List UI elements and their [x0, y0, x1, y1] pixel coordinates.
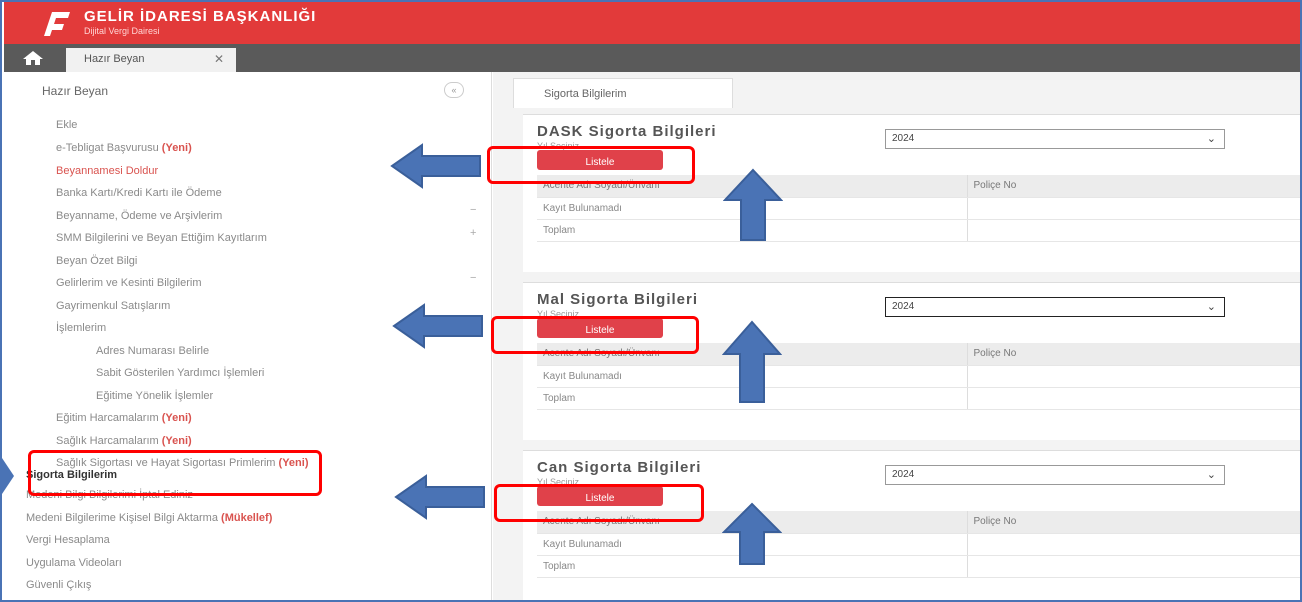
table-row: Toplam	[537, 219, 1300, 242]
app-header: GELİR İDARESİ BAŞKANLIĞI Dijital Vergi D…	[4, 2, 1300, 44]
tab-bar: Hazır Beyan ✕	[4, 44, 1300, 72]
table-row: Kayıt Bulunamadı	[537, 365, 1300, 388]
mal-panel: Mal Sigorta Bilgileri Yıl Seçiniz 2024 ⌄…	[523, 282, 1300, 440]
expand-icon[interactable]: −	[470, 204, 476, 216]
sidebar-subitem-egitim-islemleri[interactable]: Eğitime Yönelik İşlemler	[96, 390, 213, 402]
year-select[interactable]: 2024 ⌄	[885, 465, 1225, 485]
expand-icon[interactable]: +	[470, 227, 476, 239]
arrow-left-icon	[392, 303, 483, 349]
results-table: Acente Adı Soyadı/Ünvanı Poliçe No Kayıt …	[537, 175, 1300, 242]
sidebar-item-gayrimenkul[interactable]: Gayrimenkul Satışlarım	[56, 300, 170, 312]
highlight-box-sigorta-bilgilerim	[28, 450, 322, 496]
collapse-icon[interactable]: «	[444, 82, 464, 98]
arrow-right-icon	[2, 458, 14, 494]
tab-label: Hazır Beyan	[84, 53, 145, 65]
app-subtitle: Dijital Vergi Dairesi	[84, 26, 160, 36]
highlight-box-dask-listele	[487, 146, 695, 184]
sidebar-item-beyanname-doldur[interactable]: Beyannamesi Doldur	[56, 165, 158, 177]
highlight-box-mal-listele	[491, 316, 699, 354]
chevron-down-icon: ⌄	[1206, 301, 1216, 313]
sidebar-title: Hazır Beyan	[42, 84, 109, 98]
app-title: GELİR İDARESİ BAŞKANLIĞI	[84, 8, 317, 25]
highlight-box-can-listele	[494, 484, 704, 522]
sidebar-item-egitim-harcamalarim[interactable]: Eğitim Harcamalarım (Yeni)	[56, 412, 192, 424]
sidebar-item-videolar[interactable]: Uygulama Videoları	[26, 557, 122, 569]
close-icon[interactable]: ✕	[214, 52, 224, 66]
table-row: Toplam	[537, 387, 1300, 410]
arrow-left-icon	[394, 474, 485, 520]
sidebar-item-vergi-hesaplama[interactable]: Vergi Hesaplama	[26, 534, 110, 546]
chevron-down-icon: ⌄	[1206, 469, 1216, 481]
sidebar-item-saglik-harcamalarim[interactable]: Sağlık Harcamalarım (Yeni)	[56, 435, 192, 447]
year-select[interactable]: 2024 ⌄	[885, 129, 1225, 149]
sidebar-item-medeni-aktarma[interactable]: Medeni Bilgilerime Kişisel Bilgi Aktarma…	[26, 512, 272, 524]
tab-hazir-beyan[interactable]: Hazır Beyan ✕	[66, 48, 236, 72]
sidebar-item-ekle[interactable]: Ekle	[56, 119, 77, 131]
home-icon[interactable]	[22, 50, 44, 66]
expand-icon[interactable]: −	[470, 272, 476, 284]
sidebar-item-islemlerim[interactable]: İşlemlerim	[56, 322, 106, 334]
screenshot-frame: GELİR İDARESİ BAŞKANLIĞI Dijital Vergi D…	[0, 0, 1302, 602]
sidebar-item-kart-odeme[interactable]: Banka Kartı/Kredi Kartı ile Ödeme	[56, 187, 222, 199]
panel-title: Can Sigorta Bilgileri	[537, 459, 702, 476]
sidebar-item-arsivlerim[interactable]: Beyanname, Ödeme ve Arşivlerim	[56, 210, 222, 222]
arrow-up-icon	[722, 320, 782, 403]
dask-panel: DASK Sigorta Bilgileri Yıl Seçiniz 2024 …	[523, 114, 1300, 272]
panel-title: Mal Sigorta Bilgileri	[537, 291, 699, 308]
arrow-left-icon	[390, 143, 481, 189]
sidebar-item-cikis[interactable]: Güvenli Çıkış	[26, 579, 91, 591]
table-row: Kayıt Bulunamadı	[537, 533, 1300, 556]
year-select[interactable]: 2024 ⌄	[885, 297, 1225, 317]
sidebar-item-beyan-ozet[interactable]: Beyan Özet Bilgi	[56, 255, 137, 267]
tab-sigorta-bilgilerim[interactable]: Sigorta Bilgilerim	[513, 78, 733, 108]
sidebar-item-e-tebligat[interactable]: e-Tebligat Başvurusu (Yeni)	[56, 142, 192, 154]
sidebar-subitem-yardimci[interactable]: Sabit Gösterilen Yardımcı İşlemleri	[96, 367, 264, 379]
panel-title: DASK Sigorta Bilgileri	[537, 123, 717, 140]
sidebar-item-smm-bilgileri[interactable]: SMM Bilgilerini ve Beyan Ettiğim Kayıtla…	[56, 232, 267, 244]
chevron-down-icon: ⌄	[1206, 133, 1216, 145]
arrow-up-icon	[723, 168, 783, 241]
gib-logo-icon	[44, 12, 70, 36]
sidebar-subitem-adres[interactable]: Adres Numarası Belirle	[96, 345, 209, 357]
table-row: Kayıt Bulunamadı	[537, 197, 1300, 220]
table-row: Toplam	[537, 555, 1300, 578]
sidebar-item-gelirlerim[interactable]: Gelirlerim ve Kesinti Bilgilerim	[56, 277, 201, 289]
can-panel: Can Sigorta Bilgileri Yıl Seçiniz 2024 ⌄…	[523, 450, 1300, 600]
arrow-up-icon	[722, 502, 782, 565]
